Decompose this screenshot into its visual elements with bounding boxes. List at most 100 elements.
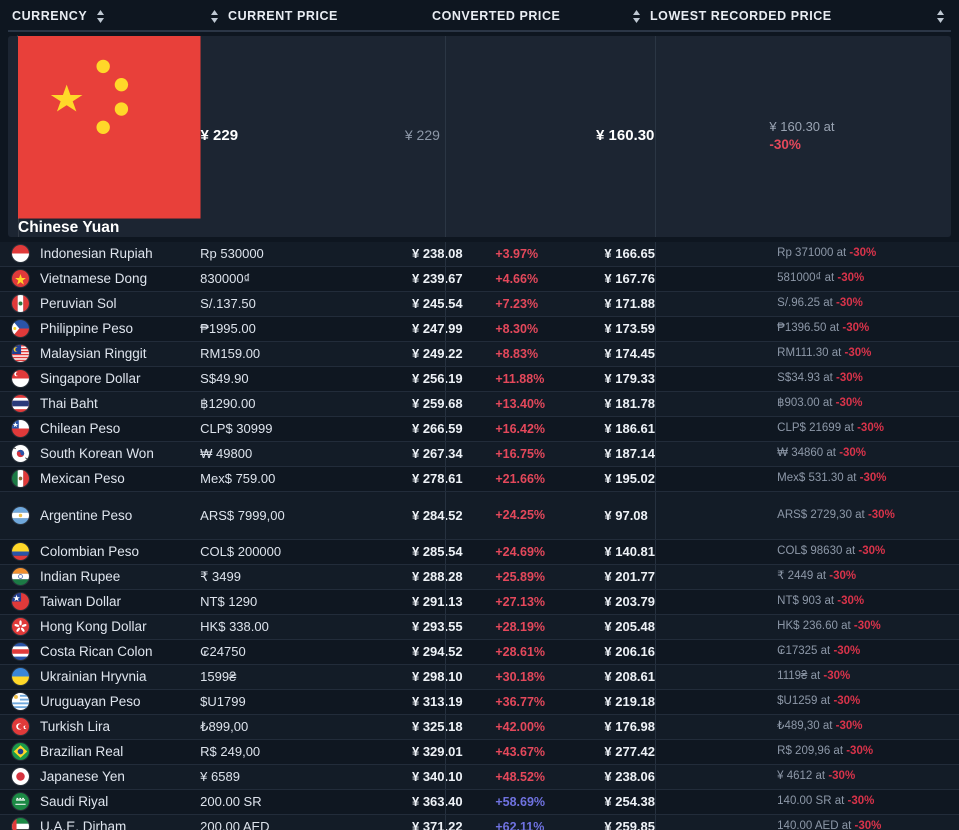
lowest-note-text: CLP$ 21699 at [777, 422, 854, 434]
table-row[interactable]: Turkish Lira₺899,00¥ 325.18+42.00%¥ 176.… [0, 715, 959, 740]
current-price-value: 200.00 AED [200, 819, 269, 830]
table-row[interactable]: Colombian PesoCOL$ 200000¥ 285.54+24.69%… [0, 540, 959, 565]
lowest-note: ฿903.00 at -30% [777, 395, 862, 412]
lowest-note-text: 1119₴ at [777, 670, 820, 682]
lowest-price-value: ¥ 186.61 [604, 421, 655, 436]
cell-lowest-note: RM111.30 at -30% [770, 342, 959, 366]
current-price-value: 830000₫ [200, 271, 250, 286]
table-row[interactable]: U.A.E. Dirham200.00 AED¥ 371.22+62.11%¥ … [0, 815, 959, 830]
lowest-note: ₩ 34860 at -30% [777, 445, 866, 462]
current-price-value: S$49.90 [200, 371, 248, 386]
lowest-note: RM111.30 at -30% [777, 345, 871, 362]
table-row[interactable]: Peruvian SolS/.137.50¥ 245.54+7.23%¥ 171… [0, 292, 959, 317]
column-header-lowest-recorded-price[interactable]: LOWEST RECORDED PRICE [632, 9, 904, 24]
currency-name: Costa Rican Colon [40, 644, 153, 659]
lowest-price-value: ¥ 179.33 [604, 371, 655, 386]
converted-price-value: ¥ 288.28 [412, 569, 463, 584]
table-row[interactable]: Chilean PesoCLP$ 30999¥ 266.59+16.42%¥ 1… [0, 417, 959, 442]
cell-current-price: ¥ 229 [201, 127, 393, 145]
currency-name: Singapore Dollar [40, 371, 141, 386]
cell-converted-price: ¥ 363.40 [400, 790, 495, 814]
cell-lowest-note: Mex$ 531.30 at -30% [770, 467, 959, 491]
cell-change-percent: +36.77% [495, 690, 589, 714]
column-header-current-price[interactable]: CURRENT PRICE [210, 9, 432, 24]
lowest-note-discount: -30% [836, 397, 863, 409]
lowest-price-value: ¥ 176.98 [604, 719, 655, 734]
cell-converted-price: ¥ 298.10 [400, 665, 495, 689]
lowest-note-text: 140.00 SR at [777, 795, 844, 807]
cell-lowest-price: ¥ 259.85 [589, 815, 770, 830]
cell-lowest-note: 581000₫ at -30% [770, 267, 959, 291]
table-row[interactable]: Malaysian RinggitRM159.00¥ 249.22+8.83%¥… [0, 342, 959, 367]
table-row[interactable]: Ukrainian Hryvnia1599₴¥ 298.10+30.18%¥ 2… [0, 665, 959, 690]
cn-flag-icon [18, 36, 201, 219]
id-flag-icon [12, 245, 29, 262]
cell-converted-price: ¥ 284.52 [400, 492, 495, 539]
table-row[interactable]: Saudi Riyal200.00 SR¥ 363.40+58.69%¥ 254… [0, 790, 959, 815]
table-row[interactable]: Thai Baht฿1290.00¥ 259.68+13.40%¥ 181.78… [0, 392, 959, 417]
table-row[interactable]: Vietnamese Dong830000₫¥ 239.67+4.66%¥ 16… [0, 267, 959, 292]
in-flag-icon [12, 568, 29, 585]
lowest-price-value: ¥ 187.14 [604, 446, 655, 461]
table-row[interactable]: Singapore DollarS$49.90¥ 256.19+11.88%¥ … [0, 367, 959, 392]
lowest-note-text: ₱1396.50 at [777, 322, 839, 334]
sort-icon[interactable] [632, 9, 641, 24]
cell-currency: Turkish Lira [0, 715, 200, 739]
cell-currency: Colombian Peso [0, 540, 200, 564]
lowest-note: NT$ 903 at -30% [777, 593, 864, 610]
lowest-note-discount: -30% [839, 447, 866, 459]
sort-icon[interactable] [210, 9, 219, 24]
lowest-note-text: Rp 371000 at [777, 247, 846, 259]
table-row[interactable]: Brazilian RealR$ 249,00¥ 329.01+43.67%¥ … [0, 740, 959, 765]
cell-current-price: 200.00 AED [200, 815, 400, 830]
currency-name: South Korean Won [40, 446, 154, 461]
cell-currency: Chilean Peso [0, 417, 200, 441]
cell-current-price: ₺899,00 [200, 715, 400, 739]
sort-icon[interactable] [96, 9, 105, 24]
cell-change-percent: +7.23% [495, 292, 589, 316]
cell-change-percent: +4.66% [495, 267, 589, 291]
lowest-price-value: ¥ 208.61 [604, 669, 655, 684]
table-row[interactable]: Costa Rican Colon₢24750¥ 294.52+28.61%¥ … [0, 640, 959, 665]
vn-flag-icon [12, 270, 29, 287]
table-row[interactable]: Argentine PesoARS$ 7999,00¥ 284.52+24.25… [0, 492, 959, 540]
table-row[interactable]: Japanese Yen¥ 6589¥ 340.10+48.52%¥ 238.0… [0, 765, 959, 790]
cell-lowest-note: ¥ 4612 at -30% [770, 765, 959, 789]
lowest-note-text: ₩ 34860 at [777, 447, 836, 459]
table-row[interactable]: Philippine Peso₱1995.00¥ 247.99+8.30%¥ 1… [0, 317, 959, 342]
currency-name: Philippine Peso [40, 321, 133, 336]
cell-lowest-note: 140.00 SR at -30% [770, 790, 959, 814]
table-row[interactable]: South Korean Won₩ 49800¥ 267.34+16.75%¥ … [0, 442, 959, 467]
table-row[interactable]: Indian Rupee₹ 3499¥ 288.28+25.89%¥ 201.7… [0, 565, 959, 590]
cell-lowest-note: ฿903.00 at -30% [770, 392, 959, 416]
cell-lowest-note: S/.96.25 at -30% [770, 292, 959, 316]
cell-current-price: CLP$ 30999 [200, 417, 400, 441]
table-row[interactable]: Indonesian RupiahRp 530000¥ 238.08+3.97%… [0, 242, 959, 267]
converted-price-value: ¥ 256.19 [412, 371, 463, 386]
lowest-note-text: S/.96.25 at [777, 297, 833, 309]
lowest-note: ₱1396.50 at -30% [777, 320, 869, 337]
current-price-value: ฿1290.00 [200, 396, 255, 412]
table-row[interactable]: Taiwan DollarNT$ 1290¥ 291.13+27.13%¥ 20… [0, 590, 959, 615]
change-percent-value: +4.66% [495, 272, 538, 286]
column-header-discount[interactable] [904, 9, 959, 24]
column-header-converted-price[interactable]: CONVERTED PRICE [432, 9, 632, 23]
current-price-value: HK$ 338.00 [200, 619, 269, 634]
cell-change-percent: +30.18% [495, 665, 589, 689]
cell-lowest-note: ARS$ 2729,30 at -30% [770, 492, 959, 539]
cell-lowest-price: ¥ 176.98 [589, 715, 770, 739]
cell-converted-price: ¥ 329.01 [400, 740, 495, 764]
lowest-price-value: ¥ 206.16 [604, 644, 655, 659]
lowest-note-discount: -30% [836, 372, 863, 384]
table-row[interactable]: Mexican PesoMex$ 759.00¥ 278.61+21.66%¥ … [0, 467, 959, 492]
highlighted-row-chinese-yuan[interactable]: Chinese Yuan ¥ 229 ¥ 229 ¥ 160.30 ¥ 160.… [8, 36, 951, 237]
current-price-value: R$ 249,00 [200, 744, 260, 759]
sort-icon[interactable] [936, 9, 945, 24]
cell-lowest-price: ¥ 97.08 [589, 492, 770, 539]
table-row[interactable]: Uruguayan Peso$U1799¥ 313.19+36.77%¥ 219… [0, 690, 959, 715]
column-header-currency[interactable]: CURRENCY [0, 9, 210, 24]
lowest-price-value: ¥ 238.06 [604, 769, 655, 784]
lowest-note-text: ₹ 2449 at [777, 570, 826, 582]
converted-price-value: ¥ 294.52 [412, 644, 463, 659]
table-row[interactable]: Hong Kong DollarHK$ 338.00¥ 293.55+28.19… [0, 615, 959, 640]
